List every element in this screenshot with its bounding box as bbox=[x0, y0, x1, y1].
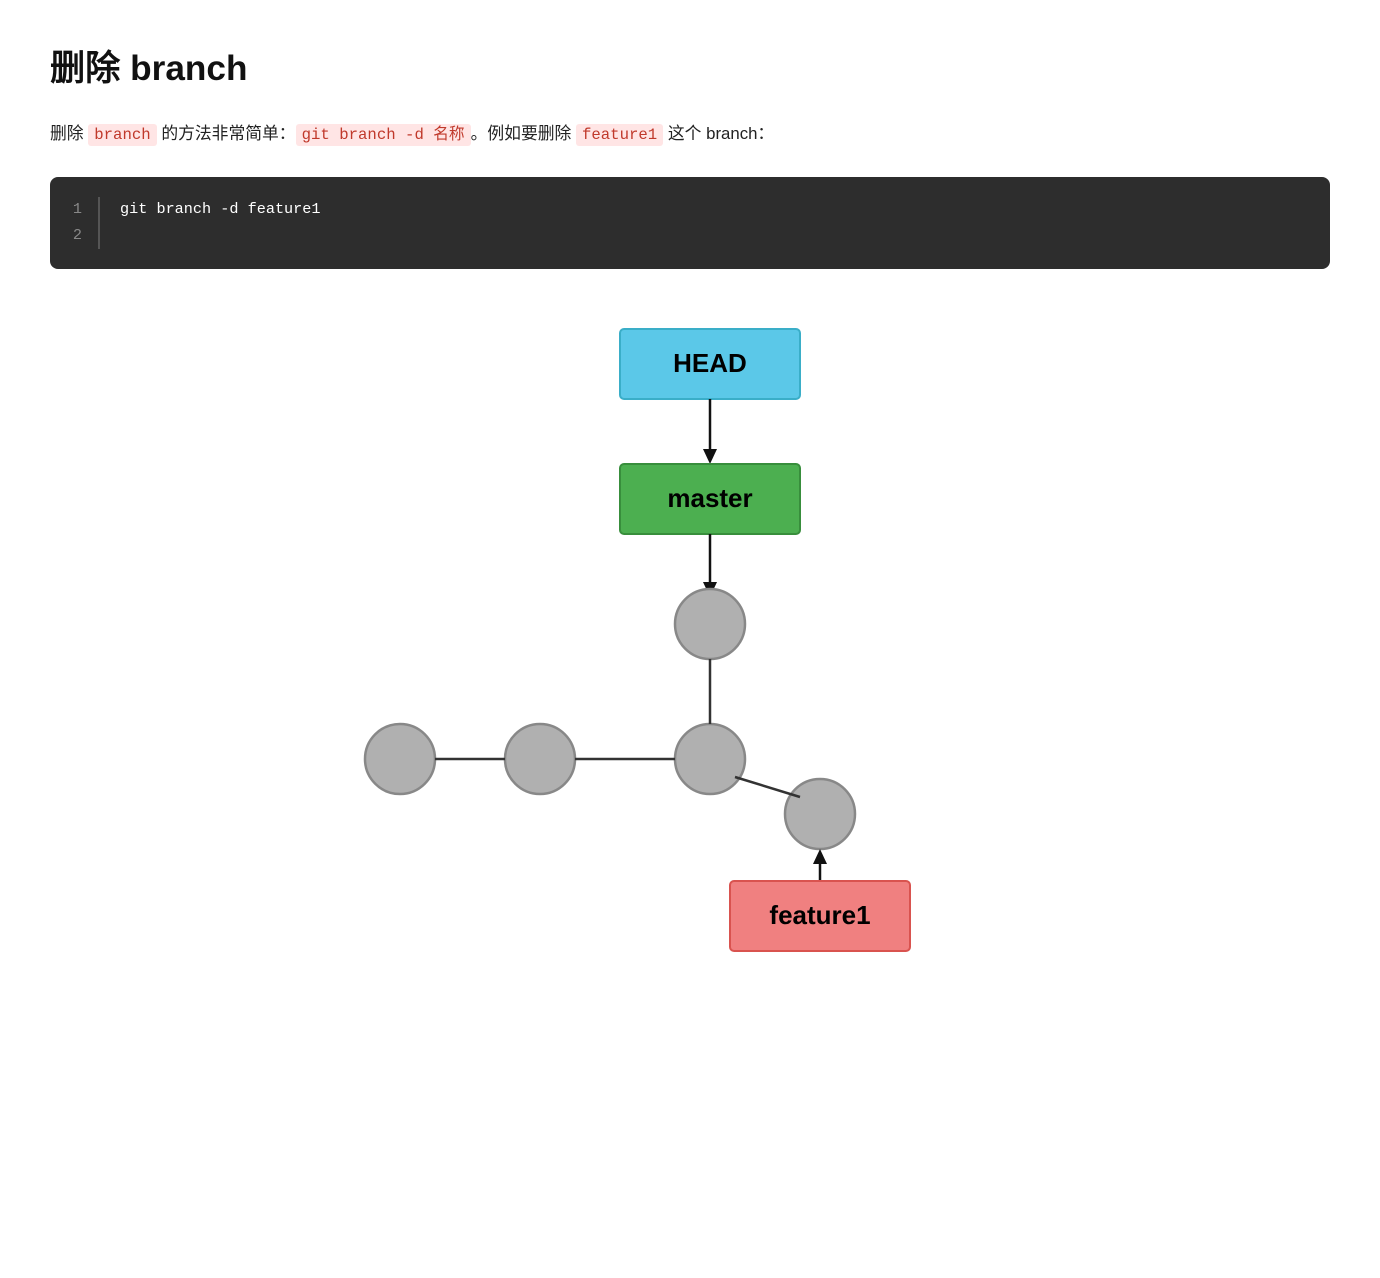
code-content: git branch -d feature1 bbox=[100, 197, 341, 249]
line-number-1: 1 bbox=[66, 197, 82, 223]
master-label: master bbox=[667, 483, 752, 513]
intro-paragraph: 删除 branch 的方法非常简单：git branch -d 名称。例如要删除… bbox=[50, 119, 1330, 149]
feature1-label: feature1 bbox=[769, 900, 870, 930]
intro-prefix: 删除 bbox=[50, 124, 88, 143]
commit-node-left1 bbox=[365, 724, 435, 794]
intro-suffix: 。例如要删除 bbox=[471, 124, 576, 143]
line-numbers: 1 2 bbox=[50, 197, 100, 249]
page-title: 删除 branch bbox=[50, 40, 1330, 91]
commit-node-left2 bbox=[505, 724, 575, 794]
line-middle-to-bottom bbox=[735, 777, 800, 797]
arrowhead-head-to-master bbox=[703, 449, 717, 464]
code-line-2 bbox=[120, 223, 321, 249]
commit-node-bottom bbox=[785, 779, 855, 849]
intro-end: 这个 branch： bbox=[663, 124, 774, 143]
git-diagram: HEAD master featur bbox=[340, 309, 1040, 929]
head-label: HEAD bbox=[673, 348, 747, 378]
code-block: 1 2 git branch -d feature1 bbox=[50, 177, 1330, 269]
diagram-container: HEAD master featur bbox=[50, 309, 1330, 929]
intro-middle: 的方法非常简单： bbox=[157, 124, 296, 143]
inline-command-code: git branch -d 名称 bbox=[296, 124, 471, 146]
inline-branch-code: branch bbox=[88, 124, 156, 146]
commit-node-top bbox=[675, 589, 745, 659]
commit-node-middle bbox=[675, 724, 745, 794]
line-number-2: 2 bbox=[66, 223, 82, 249]
code-line-1: git branch -d feature1 bbox=[120, 197, 321, 223]
arrowhead-feature1-to-commit bbox=[813, 849, 827, 864]
inline-feature1-code: feature1 bbox=[576, 124, 663, 146]
